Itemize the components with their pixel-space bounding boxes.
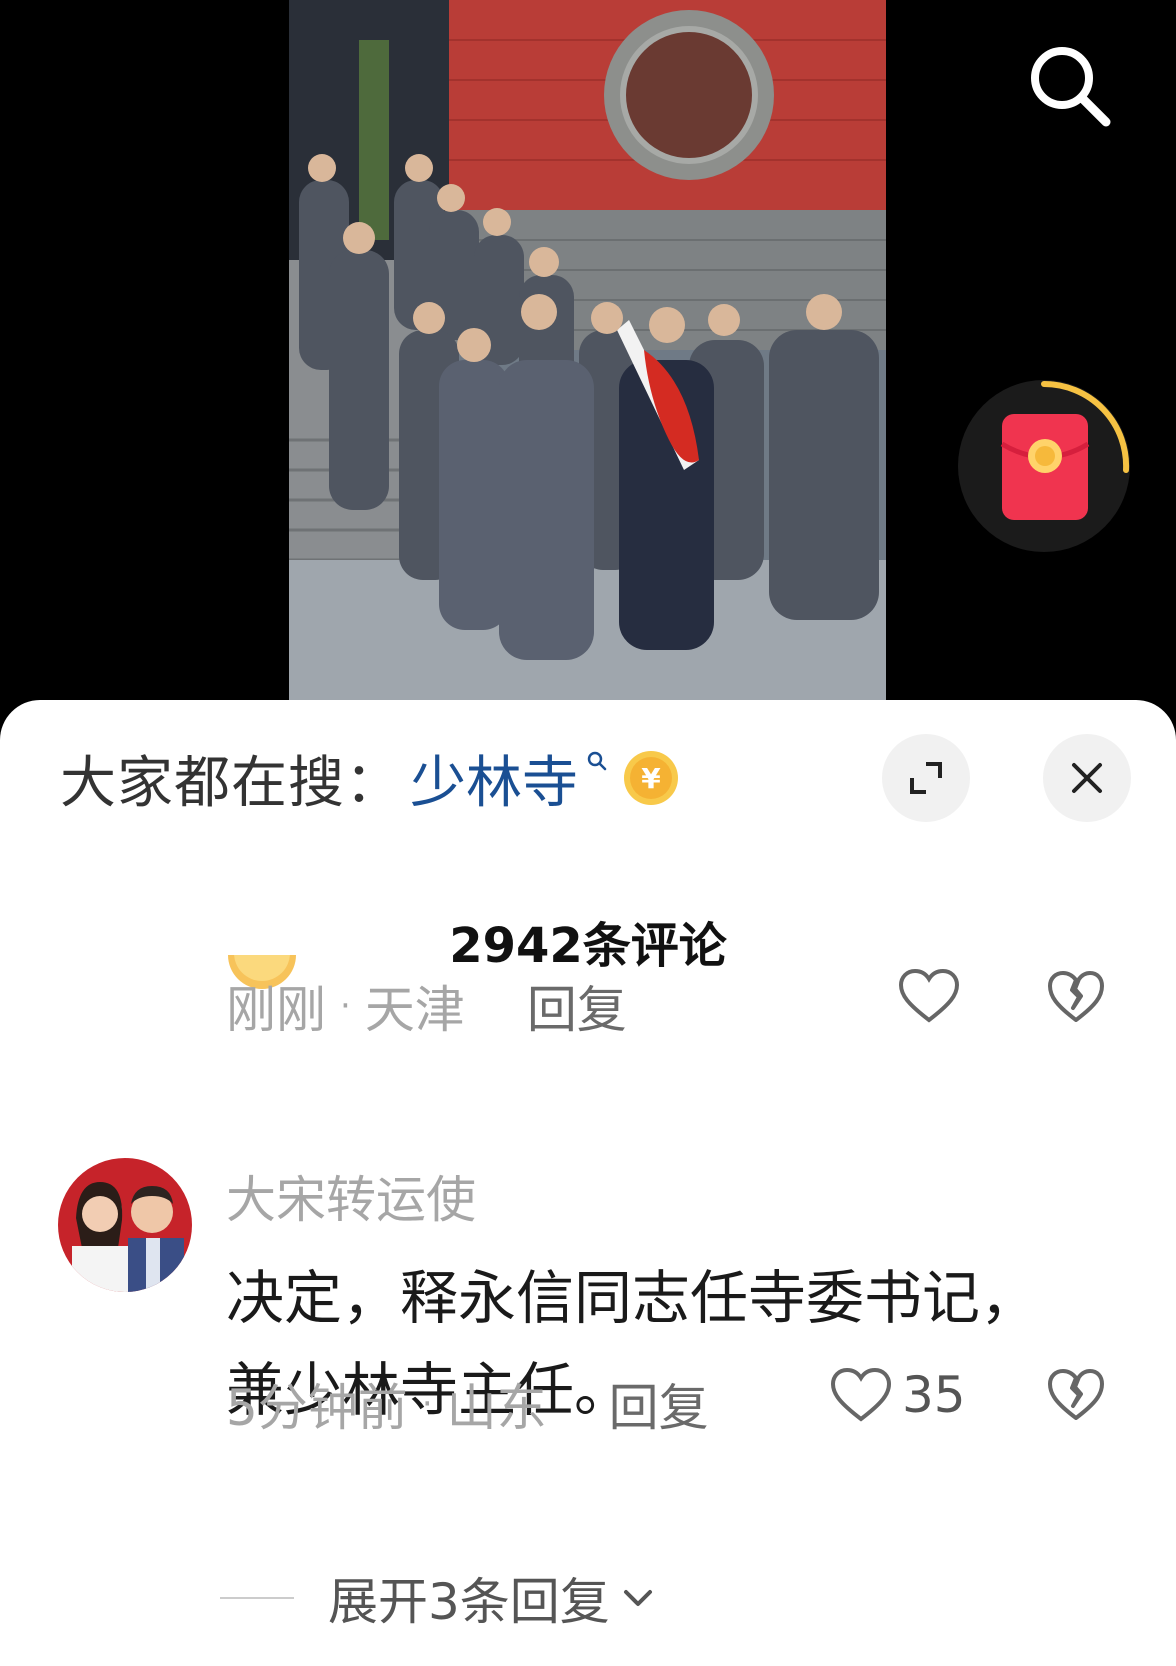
video-frame[interactable] [289,0,886,700]
meta-separator: · [421,1384,433,1424]
comment-location: 山东 [446,1379,547,1437]
search-button[interactable] [1010,30,1130,150]
heart-icon [898,968,960,1023]
heart-icon [830,1367,892,1422]
comment-username[interactable]: 大宋转运使 [226,1160,476,1232]
video-area[interactable] [0,0,1176,720]
comment-meta: 刚刚 · 天津 回复 [226,970,627,1042]
broken-heart-icon [1048,1369,1104,1420]
hot-search-label: 大家都在搜： [60,750,402,816]
broken-heart-icon [1048,971,1104,1022]
divider-line [220,1597,294,1599]
search-icon [587,751,607,771]
red-packet-icon [958,380,1130,552]
chevron-down-icon [623,1590,652,1606]
like-button[interactable] [898,968,960,1024]
like-button[interactable]: 35 [830,1366,966,1424]
coin-icon: ¥ [624,751,678,805]
comment-sheet: 大家都在搜： 少林寺 ¥ 2942条评论 刚刚 · 天津 回复 大宋转运使 决定… [0,700,1176,1666]
expand-replies-button[interactable]: 展开3条回复 [220,1562,658,1634]
comment-time: 刚刚 [226,981,326,1039]
hot-search-term[interactable]: 少林寺 [410,738,578,819]
video-thumbnail [289,0,886,700]
comment-text-line: 决定，释永信同志任寺委书记， [226,1264,1039,1332]
reply-button[interactable]: 回复 [527,970,627,1042]
comment-location: 天津 [364,981,465,1039]
comment-count: 2942条评论 [449,918,727,974]
search-icon [1031,47,1111,127]
avatar[interactable] [58,1158,192,1292]
expand-icon [910,762,942,794]
reply-button[interactable]: 回复 [609,1368,709,1440]
hot-search-row: 大家都在搜： 少林寺 ¥ [60,730,680,826]
dislike-button[interactable] [1047,970,1105,1024]
meta-separator: · [340,986,351,1026]
close-icon [1072,763,1102,793]
red-packet-button[interactable] [956,378,1132,554]
comment-meta: 5分钟前 · 山东 回复 [226,1368,709,1440]
svg-text:¥: ¥ [641,762,661,795]
expand-replies-label: 展开3条回复 [328,1573,610,1631]
like-count: 35 [902,1366,966,1424]
expand-button[interactable] [882,734,970,822]
dislike-button[interactable] [1047,1368,1105,1422]
close-button[interactable] [1043,734,1131,822]
comment-time: 5分钟前 [226,1379,408,1437]
